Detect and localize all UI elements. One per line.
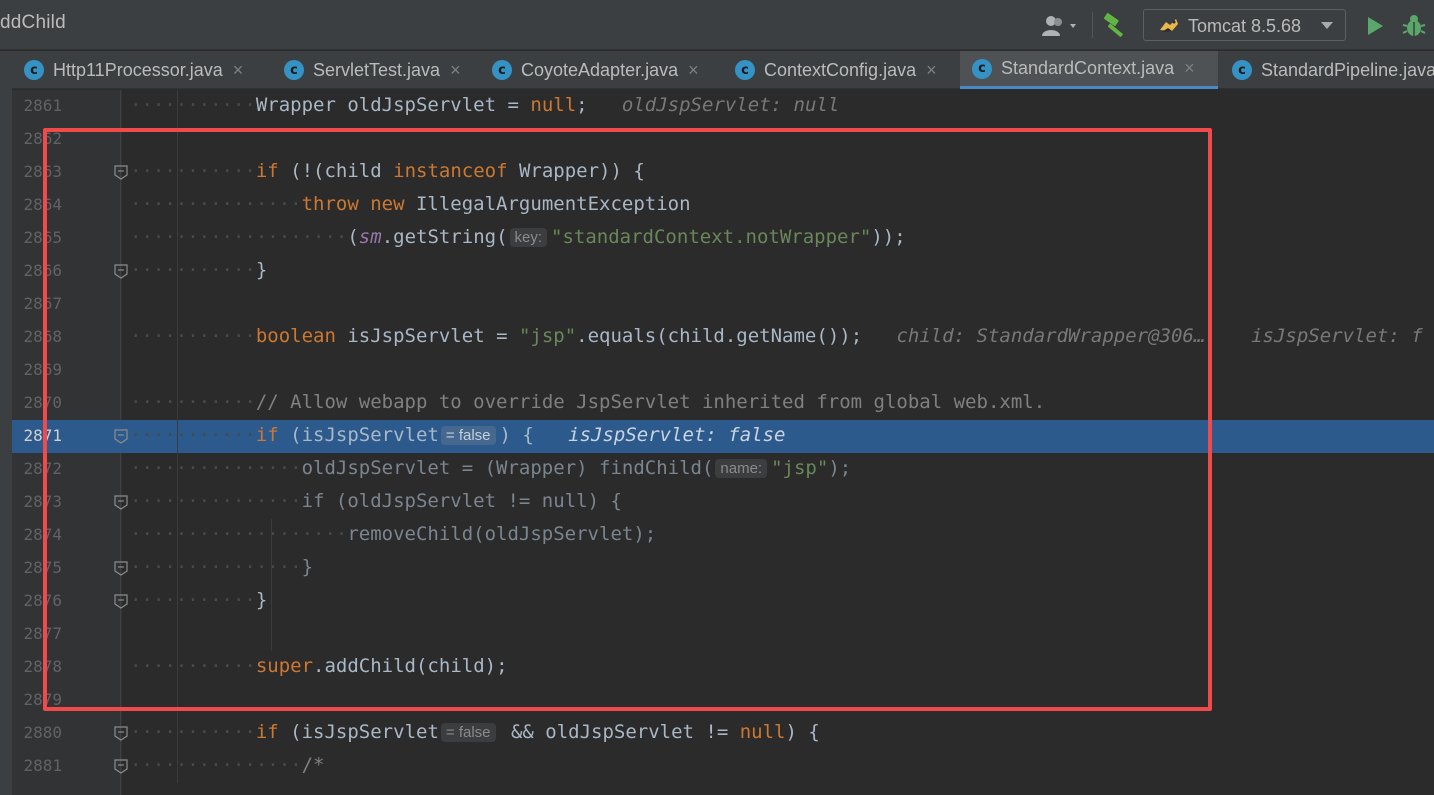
main-toolbar: ddChild Tomcat 8.5.68 <box>0 0 1434 50</box>
tab-label: ContextConfig.java <box>764 59 917 80</box>
code-line[interactable]: 2861 ···········Wrapper oldJspServlet = n… <box>12 90 1434 123</box>
run-icon[interactable] <box>1364 14 1386 38</box>
class-c-icon: c <box>735 60 755 80</box>
code-line[interactable]: 2880 ···········if (isJspServlet = false &… <box>12 717 1434 750</box>
tab-label: ServletTest.java <box>313 59 441 80</box>
class-c-icon: c <box>24 60 44 80</box>
code-text[interactable]: ···········Wrapper oldJspServlet = null;… <box>130 94 839 116</box>
code-line[interactable]: 2881 ···············/* <box>12 750 1434 783</box>
code-token: null <box>530 94 577 116</box>
editor-tab[interactable]: c Http11Processor.java × <box>12 51 270 89</box>
editor-tab[interactable]: c StandardContext.java × <box>960 51 1218 89</box>
fold-toggle-icon[interactable] <box>114 759 128 774</box>
whitespace-indent: ··········· <box>130 721 256 743</box>
tab-label: CoyoteAdapter.java <box>521 59 679 80</box>
user-account-icon[interactable] <box>1040 14 1082 38</box>
close-icon[interactable]: × <box>1184 58 1195 79</box>
code-token: && oldJspServlet != <box>499 721 740 743</box>
run-configuration-select[interactable]: Tomcat 8.5.68 <box>1143 9 1346 41</box>
inline-debug-value: oldJspServlet: null <box>587 94 840 116</box>
tab-label: StandardPipeline.java <box>1261 59 1434 80</box>
line-number[interactable]: 2880 <box>12 723 62 742</box>
fold-toggle-icon[interactable] <box>114 726 128 741</box>
code-token: if <box>255 721 279 743</box>
chevron-down-icon <box>1321 22 1333 29</box>
close-icon[interactable]: × <box>450 60 461 81</box>
code-token: ) { <box>785 721 820 743</box>
class-c-icon: c <box>284 60 304 80</box>
editor-tab[interactable]: c StandardPipeline.java <box>1220 51 1434 89</box>
editor-tab[interactable]: c ContextConfig.java × <box>723 51 958 89</box>
close-icon[interactable]: × <box>688 60 699 81</box>
parameter-hint: = false <box>440 723 496 742</box>
line-number[interactable]: 2881 <box>12 756 62 775</box>
whitespace-indent: ··········· <box>130 94 256 116</box>
code-token: Wrapper oldJspServlet = <box>255 94 531 116</box>
code-token: /* <box>301 754 325 776</box>
annotation-highlight-box <box>43 128 1212 711</box>
tomcat-icon <box>1160 19 1178 32</box>
tab-label: StandardContext.java <box>1001 58 1175 78</box>
code-text[interactable]: ···········if (isJspServlet = false && ol… <box>130 721 820 743</box>
toolbar-separator <box>1092 12 1093 38</box>
close-icon[interactable]: × <box>233 60 244 81</box>
tab-label: Http11Processor.java <box>53 59 223 80</box>
editor-tab-bar: c Http11Processor.java × c ServletTest.java ×… <box>0 51 1434 89</box>
window-title: ddChild <box>0 12 66 33</box>
class-c-icon: c <box>972 58 992 79</box>
run-configuration-label: Tomcat 8.5.68 <box>1188 16 1302 36</box>
tool-window-strip <box>0 51 12 795</box>
code-token: ; <box>576 94 588 116</box>
code-token: null <box>739 721 786 743</box>
class-c-icon: c <box>1232 60 1252 80</box>
debug-bug-icon[interactable] <box>1400 12 1428 40</box>
editor-tab[interactable]: c CoyoteAdapter.java × <box>480 51 721 89</box>
close-icon[interactable]: × <box>926 60 937 81</box>
code-text[interactable]: ···············/* <box>130 754 324 776</box>
editor-tab[interactable]: c ServletTest.java × <box>272 51 478 89</box>
code-token: (isJspServlet <box>278 721 439 743</box>
class-c-icon: c <box>492 60 512 80</box>
whitespace-indent: ··············· <box>130 754 302 776</box>
build-hammer-icon[interactable] <box>1100 12 1130 40</box>
line-number[interactable]: 2861 <box>12 96 62 115</box>
